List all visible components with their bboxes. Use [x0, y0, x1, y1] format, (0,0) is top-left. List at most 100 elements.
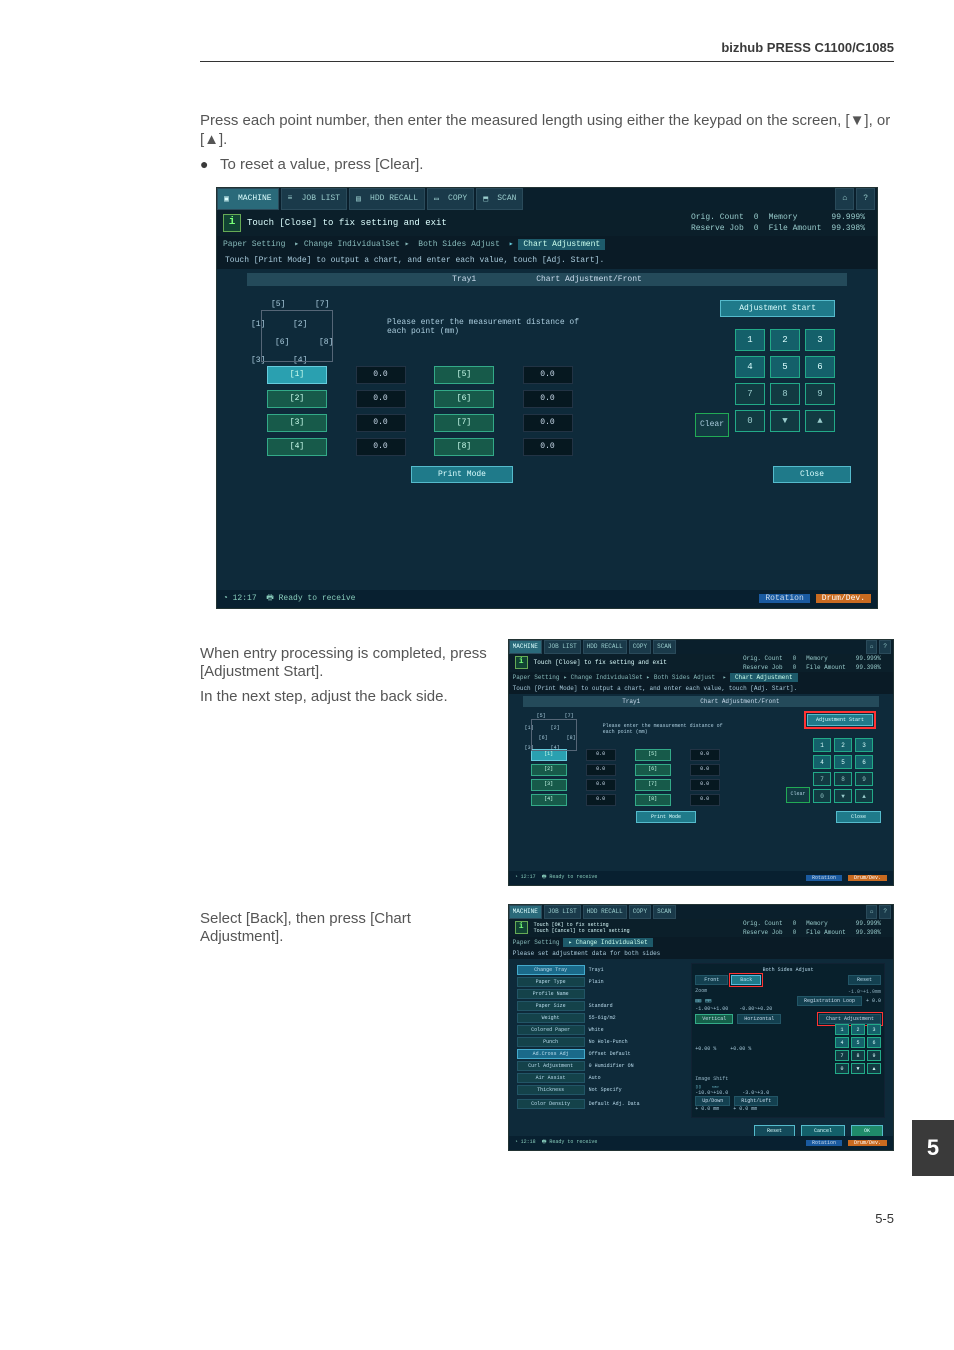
drum-chip: Drum/Dev.: [816, 594, 871, 603]
chapter-tab: 5: [912, 1120, 954, 1176]
home-button[interactable]: ⌂: [866, 905, 878, 919]
tab-machine[interactable]: MACHINE: [509, 905, 542, 919]
zoom-v-icon: ▤▤: [705, 998, 711, 1004]
key-down[interactable]: ▼: [770, 410, 800, 432]
color-density-button[interactable]: Color Density: [517, 1099, 585, 1109]
close-button[interactable]: Close: [773, 466, 851, 483]
air-assist-button[interactable]: Air Assist: [517, 1073, 585, 1083]
paper-type-button[interactable]: Paper Type: [517, 977, 585, 987]
reset-tab[interactable]: Reset: [848, 975, 881, 985]
print-mode-button[interactable]: Print Mode: [411, 466, 513, 483]
profile-name-button[interactable]: Profile Name: [517, 989, 585, 999]
machine-icon: ▣: [224, 194, 234, 204]
tab-machine[interactable]: MACHINE: [509, 640, 542, 654]
intro-paragraph: Press each point number, then enter the …: [200, 112, 894, 150]
status-counters: Orig. Count0 Memory99.999% Reserve Job0 …: [685, 211, 871, 235]
step-row-3: Select [Back], then press [Chart Adjustm…: [200, 904, 894, 1151]
tab-copy[interactable]: ▭COPY: [427, 188, 474, 210]
key-5[interactable]: 5: [770, 356, 800, 378]
point-3-value: 0.0: [356, 414, 406, 432]
point-6-button[interactable]: [6]: [434, 390, 494, 408]
tab-machine[interactable]: ▣MACHINE: [217, 188, 279, 210]
tab-scan[interactable]: SCAN: [653, 640, 675, 654]
front-tab[interactable]: Front: [695, 975, 728, 985]
tab-copy[interactable]: COPY: [629, 905, 651, 919]
change-tray-button[interactable]: Change Tray: [517, 965, 585, 975]
key-9[interactable]: 9: [805, 383, 835, 405]
point-5-button[interactable]: [5]: [434, 366, 494, 384]
both-sides-title: Both Sides Adjust: [695, 967, 881, 973]
tab-joblist[interactable]: JOB LIST: [544, 905, 581, 919]
screenshot-adjustment-start-thumb: MACHINE JOB LIST HDD RECALL COPY SCAN ⌂ …: [508, 639, 894, 886]
keypad: 1 2 3 4 5 6 7 8 9 0 ▼ ▲: [735, 329, 835, 432]
value-grid: [1] 0.0 [5] 0.0 [2] 0.0 [6] 0.0 [3] 0.0 …: [267, 366, 587, 456]
tab-hdd[interactable]: ▤HDD RECALL: [349, 188, 425, 210]
chart-adjustment-button-highlight[interactable]: Chart Adjustment: [819, 1014, 881, 1024]
chart-side-label: Chart Adjustment/Front: [536, 275, 642, 284]
home-button[interactable]: ⌂: [835, 188, 854, 210]
header-divider: [200, 61, 894, 62]
sub-header: Tray1 Chart Adjustment/Front: [247, 273, 847, 286]
home-button[interactable]: ⌂: [866, 640, 878, 654]
vertical-button[interactable]: Vertical: [695, 1014, 733, 1024]
point-7-value: 0.0: [523, 414, 573, 432]
scan-icon: ⬒: [483, 194, 493, 204]
tab-joblist[interactable]: ≡JOB LIST: [281, 188, 347, 210]
key-0[interactable]: 0: [735, 410, 765, 432]
point-6-value: 0.0: [523, 390, 573, 408]
tab-hdd[interactable]: HDD RECALL: [583, 905, 627, 919]
curl-adjustment-button[interactable]: Curl Adjustment: [517, 1061, 585, 1071]
key-3[interactable]: 3: [805, 329, 835, 351]
point-3-button[interactable]: [3]: [267, 414, 327, 432]
help-button[interactable]: ?: [879, 905, 891, 919]
page-number: 5-5: [200, 1211, 894, 1226]
status-bar: ◔ 12:17 🖶 Ready to receive Rotation Drum…: [217, 590, 877, 608]
instruction-bar: Touch [Print Mode] to output a chart, an…: [217, 252, 877, 269]
rotation-chip: Rotation: [759, 594, 809, 603]
key-7[interactable]: 7: [735, 383, 765, 405]
key-1[interactable]: 1: [735, 329, 765, 351]
back-tab-highlight[interactable]: Back: [731, 975, 761, 985]
point-7-button[interactable]: [7]: [434, 414, 494, 432]
adj-cross-button[interactable]: Ad.Cross Adj: [517, 1049, 585, 1059]
key-8[interactable]: 8: [770, 383, 800, 405]
point-2-button[interactable]: [2]: [267, 390, 327, 408]
key-2[interactable]: 2: [770, 329, 800, 351]
tab-hdd[interactable]: HDD RECALL: [583, 640, 627, 654]
updown-button[interactable]: Up/Down: [695, 1096, 730, 1106]
screenshot-chart-adjustment: ▣MACHINE ≡JOB LIST ▤HDD RECALL ▭COPY ⬒SC…: [216, 187, 878, 609]
printer-icon: 🖶: [266, 594, 274, 603]
adjustment-start-button[interactable]: Adjustment Start: [720, 300, 835, 317]
paper-size-button[interactable]: Paper Size: [517, 1001, 585, 1011]
colored-paper-button[interactable]: Colored Paper: [517, 1025, 585, 1035]
screenshot-both-sides-thumb: MACHINE JOB LIST HDD RECALL COPY SCAN ⌂ …: [508, 904, 894, 1151]
info-icon: i: [515, 921, 528, 934]
tab-scan[interactable]: SCAN: [653, 905, 675, 919]
measurement-hint: Please enter the measurement distance of…: [387, 318, 587, 336]
zoom-h-icon: ▥▥: [695, 998, 701, 1004]
thickness-button[interactable]: Thickness: [517, 1085, 585, 1095]
help-button[interactable]: ?: [856, 188, 875, 210]
info-icon: i: [515, 656, 528, 669]
reg-loop-button[interactable]: Registration Loop: [797, 996, 862, 1006]
horizontal-button[interactable]: Horizontal: [737, 1014, 781, 1024]
list-icon: ≡: [288, 194, 298, 204]
punch-button[interactable]: Punch: [517, 1037, 585, 1047]
key-up[interactable]: ▲: [805, 410, 835, 432]
weight-button[interactable]: Weight: [517, 1013, 585, 1023]
info-icon: i: [223, 214, 241, 232]
tab-scan[interactable]: ⬒SCAN: [476, 188, 523, 210]
bullet-text: To reset a value, press [Clear].: [220, 156, 894, 173]
tab-copy[interactable]: COPY: [629, 640, 651, 654]
clear-button[interactable]: Clear: [695, 413, 729, 437]
key-4[interactable]: 4: [735, 356, 765, 378]
tab-joblist[interactable]: JOB LIST: [544, 640, 581, 654]
breadcrumb-current: Chart Adjustment: [518, 239, 605, 250]
point-8-button[interactable]: [8]: [434, 438, 494, 456]
rightleft-button[interactable]: Right/Left: [734, 1096, 778, 1106]
point-4-button[interactable]: [4]: [267, 438, 327, 456]
help-button[interactable]: ?: [879, 640, 891, 654]
key-6[interactable]: 6: [805, 356, 835, 378]
adjustment-start-button-highlight[interactable]: Adjustment Start: [807, 714, 873, 726]
info-row: i Touch [Close] to fix setting and exit …: [217, 210, 877, 236]
